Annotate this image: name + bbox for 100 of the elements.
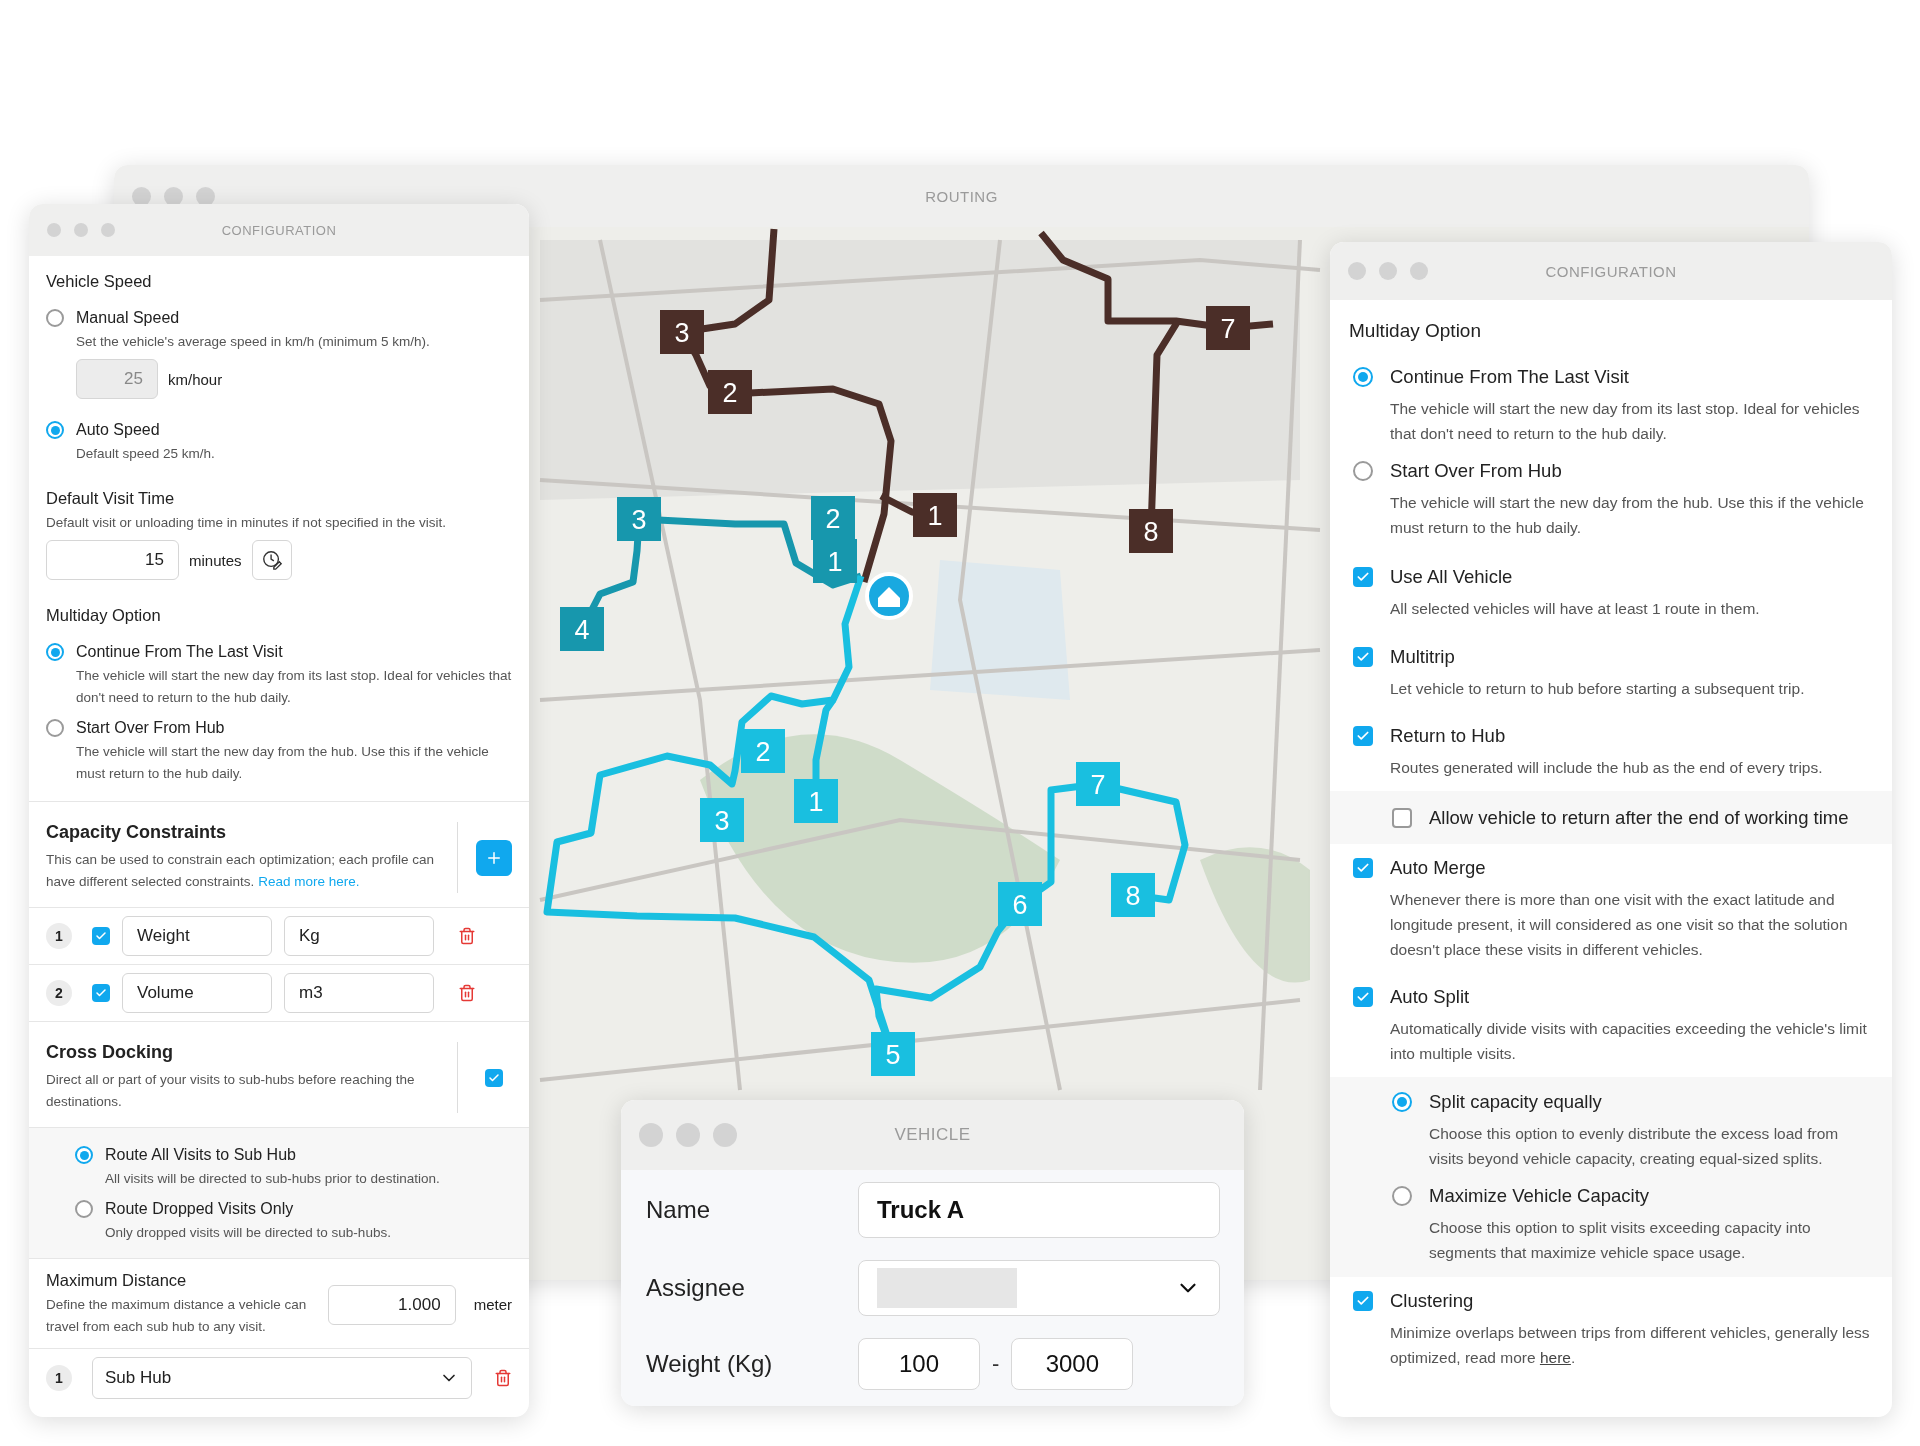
option-description: The vehicle will start the new day from the hub. Use this if the vehicle must return to the hub daily. — [1389, 493, 1865, 538]
radio-button[interactable] — [1392, 1186, 1412, 1206]
clock-button[interactable] — [251, 540, 292, 580]
max-input[interactable]: 3000 — [1011, 1338, 1134, 1390]
radio-button[interactable] — [75, 1146, 93, 1164]
constraint-unit-input[interactable]: m3 — [284, 973, 434, 1013]
setting-description: Minimize overlaps between trips from different vehicles, generally less optimized, read more here. — [1389, 1323, 1871, 1368]
check-icon — [1356, 729, 1370, 743]
option-description: Only dropped visits will be directed to sub-hubs. — [105, 1224, 392, 1242]
section-description: Define the maximum distance a vehicle can travel from each sub hub to any visit. — [46, 1296, 308, 1336]
here-link[interactable]: here — [1539, 1349, 1571, 1366]
checkbox[interactable] — [1392, 807, 1412, 828]
clock-edit-icon — [260, 549, 283, 571]
checkbox[interactable] — [92, 984, 110, 1002]
constraint-name-input[interactable]: Weight — [122, 916, 272, 956]
setting-description: Automatically divide visits with capacities exceeding the vehicle's limit into multiple visits. — [1389, 1019, 1868, 1064]
section-heading: Vehicle Speed — [46, 272, 153, 291]
section-heading: Multiday Option — [1348, 319, 1482, 343]
stop-marker[interactable]: 1 — [913, 493, 957, 537]
option-label: Continue From The Last Visit — [76, 643, 283, 661]
setting-description: Whenever there is more than one visit with the exact latitude and longitude present, it will considered as one visit so that the solution doesn't place these visits in different vehicles. — [1389, 890, 1849, 960]
option-label: Route All Visits to Sub Hub — [105, 1146, 296, 1164]
checkbox[interactable] — [485, 1068, 503, 1087]
setting-label: Use All Vehicle — [1390, 565, 1513, 589]
stop-marker[interactable]: 8 — [1129, 509, 1173, 553]
check-icon — [1356, 861, 1370, 875]
assignee-select[interactable] — [858, 1260, 1220, 1316]
checkbox[interactable] — [1353, 726, 1373, 746]
setting-description: Routes generated will include the hub as the end of every trips. — [1389, 758, 1824, 778]
option-description: All visits will be directed to sub-hubs prior to destination. — [105, 1170, 441, 1188]
radio-button[interactable] — [1353, 461, 1373, 481]
constraint-unit-input[interactable]: Kg — [284, 916, 434, 956]
window-title: CONFIGURATION — [1545, 262, 1677, 280]
unit-label: meter — [473, 1296, 512, 1313]
checkbox[interactable] — [1353, 1291, 1373, 1311]
option-description: The vehicle will start the new day from its last stop. Ideal for vehicles that don't need to return to the hub daily. — [1389, 399, 1861, 444]
unit-label: minutes — [189, 551, 242, 569]
option-description: The vehicle will start the new day from the hub. Use this if the vehicle must return to the hub daily. — [76, 743, 490, 783]
option-label: Start Over From Hub — [1390, 459, 1562, 483]
constraint-name-input[interactable]: Volume — [122, 973, 272, 1013]
delete-icon[interactable] — [494, 1369, 512, 1387]
name-input[interactable]: Truck A — [858, 1182, 1220, 1238]
radio-button[interactable] — [75, 1200, 93, 1218]
range-separator: - — [992, 1351, 1000, 1377]
checkbox[interactable] — [1353, 567, 1373, 587]
window-title: ROUTING — [925, 187, 998, 205]
suboption-description: Choose this option to split visits exceeding capacity into segments that maximize vehicle space usage. — [1428, 1218, 1812, 1263]
checkbox[interactable] — [92, 927, 110, 945]
radio-button[interactable] — [46, 719, 64, 737]
section-heading: Capacity Constraints — [46, 822, 228, 843]
checkbox[interactable] — [1353, 858, 1373, 878]
checkbox[interactable] — [1353, 647, 1373, 667]
radio-button[interactable] — [46, 643, 64, 661]
field-label: Assignee — [646, 1274, 746, 1302]
section-heading: Default Visit Time — [46, 489, 176, 508]
stop-marker[interactable]: 7 — [1206, 306, 1250, 350]
option-label: Route Dropped Visits Only — [105, 1200, 294, 1218]
section-description: This can be used to constrain each optimization; each profile can have different selected constraints. Read more here. — [46, 851, 435, 891]
check-icon — [488, 1071, 500, 1084]
window-title: VEHICLE — [894, 1125, 971, 1145]
sub-hub-select[interactable]: Sub Hub — [92, 1357, 472, 1399]
delete-icon[interactable] — [458, 927, 476, 945]
check-icon — [95, 987, 107, 999]
window-title: CONFIGURATION — [221, 222, 337, 238]
suboption-description: Choose this option to evenly distribute the excess load from visits beyond vehicle capacity, creating equal-sized splits. — [1428, 1124, 1840, 1169]
suboption-label: Allow vehicle to return after the end of working time — [1429, 806, 1849, 830]
radio-button[interactable] — [1392, 1092, 1412, 1112]
setting-label: Return to Hub — [1390, 724, 1506, 748]
add-button[interactable] — [476, 839, 512, 876]
row-number: 1 — [46, 1365, 72, 1391]
setting-label: Multitrip — [1390, 645, 1455, 669]
radio-button[interactable] — [46, 421, 64, 439]
check-icon — [1356, 650, 1370, 664]
setting-description: Let vehicle to return to hub before starting a subsequent trip. — [1389, 679, 1806, 699]
section-heading: Cross Docking — [46, 1042, 175, 1063]
checkbox[interactable] — [1353, 987, 1373, 1007]
delete-icon[interactable] — [458, 984, 476, 1002]
stop-marker[interactable]: 2 — [708, 370, 752, 414]
check-icon — [1356, 570, 1370, 584]
stop-marker[interactable]: 3 — [660, 310, 704, 354]
suboption-label: Maximize Vehicle Capacity — [1429, 1184, 1650, 1208]
section-description: Default visit or unloading time in minutes if not specified in the visit. — [46, 514, 447, 532]
section-description: Direct all or part of your visits to sub-hubs before reaching the destinations. — [46, 1071, 416, 1111]
suboption-label: Split capacity equally — [1429, 1090, 1602, 1114]
option-description: Set the vehicle's average speed in km/h (minimum 5 km/h). — [76, 333, 431, 351]
option-description: Default speed 25 km/h. — [76, 445, 216, 463]
setting-description: All selected vehicles will have at least 1 route in them. — [1389, 599, 1761, 619]
check-icon — [1356, 1294, 1370, 1308]
field-label: Weight (Kg) — [646, 1350, 774, 1378]
visit-time-input[interactable]: 15 — [46, 540, 179, 580]
check-icon — [95, 930, 107, 942]
option-label: Continue From The Last Visit — [1390, 365, 1629, 389]
distance-input[interactable]: 1.000 — [327, 1284, 456, 1325]
option-description: The vehicle will start the new day from its last stop. Ideal for vehicles that don't need to return to the hub daily. — [76, 667, 512, 707]
min-input[interactable]: 100 — [858, 1338, 980, 1390]
setting-label: Clustering — [1390, 1289, 1474, 1313]
radio-button[interactable] — [46, 309, 64, 327]
row-number: 2 — [46, 980, 72, 1006]
radio-button[interactable] — [1353, 367, 1373, 387]
setting-label: Auto Split — [1390, 985, 1470, 1009]
